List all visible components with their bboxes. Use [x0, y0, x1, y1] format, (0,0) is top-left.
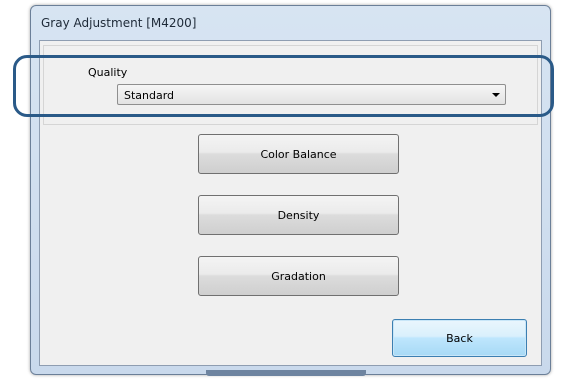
- title-bar[interactable]: Gray Adjustment [M4200]: [31, 6, 550, 40]
- gray-adjustment-dialog: Gray Adjustment [M4200] Color Balance De…: [30, 5, 551, 376]
- chevron-down-icon[interactable]: [492, 93, 500, 97]
- window-title: Gray Adjustment [M4200]: [41, 16, 197, 30]
- color-balance-button[interactable]: Color Balance: [198, 134, 399, 174]
- window-bottom-edge: [206, 370, 366, 376]
- quality-label: Quality: [88, 66, 128, 79]
- density-button[interactable]: Density: [198, 195, 399, 235]
- gradation-button[interactable]: Gradation: [198, 256, 399, 296]
- quality-select-value: Standard: [124, 89, 175, 102]
- back-button[interactable]: Back: [392, 319, 527, 357]
- quality-select[interactable]: Standard: [117, 84, 506, 105]
